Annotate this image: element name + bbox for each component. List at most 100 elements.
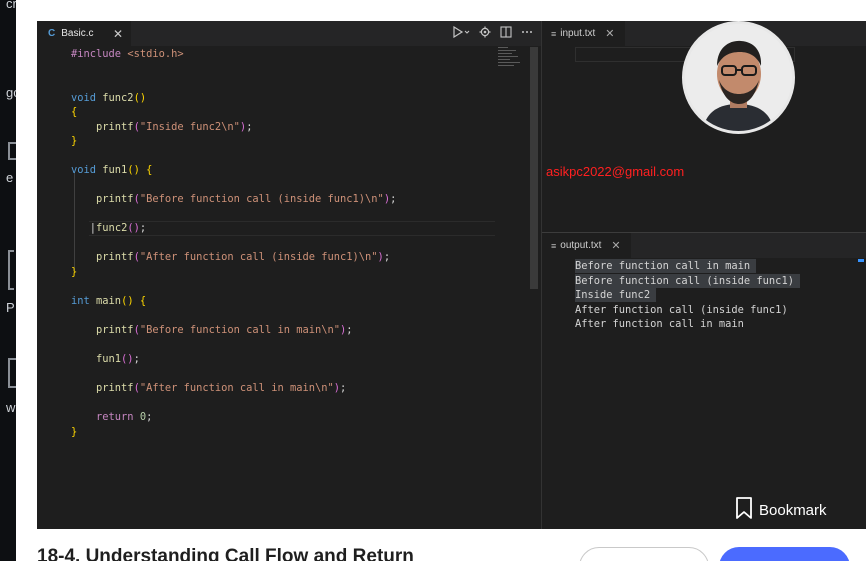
code-token: func2 — [96, 222, 128, 234]
email-overlay: asikpc2022@gmail.com — [546, 164, 685, 179]
code-token: ; — [146, 411, 153, 423]
code-line: } — [71, 134, 77, 148]
text-file-icon: ≡ — [551, 28, 557, 39]
code-line: return 0; — [71, 410, 152, 424]
code-token: { — [139, 295, 147, 307]
code-token: } — [71, 426, 78, 438]
code-token: ; — [340, 382, 347, 394]
bookmark-icon — [735, 496, 753, 524]
instructor-webcam — [682, 21, 795, 134]
code-token: ; — [383, 251, 391, 263]
code-token: ; — [246, 121, 253, 133]
sidebar-icon — [8, 142, 16, 160]
output-line: After function call in main — [575, 318, 744, 330]
code-token: ; — [346, 324, 353, 336]
code-token: printf — [71, 193, 134, 205]
output-line: After function call (inside func1) — [575, 303, 788, 316]
code-token: <stdio.h> — [127, 48, 184, 60]
c-file-icon: C — [48, 28, 56, 39]
code-token: ; — [133, 353, 140, 365]
code-line: void fun1() { — [71, 163, 152, 177]
code-token: () — [127, 222, 140, 234]
code-token: printf — [71, 121, 134, 133]
sidebar-fragment: P — [6, 300, 15, 315]
close-icon[interactable]: ✕ — [113, 27, 123, 41]
tab-output-label: output.txt — [560, 240, 602, 251]
current-line-highlight — [89, 221, 495, 236]
code-token: #include — [71, 48, 128, 60]
left-sidebar-strip: cr gc e P w — [0, 0, 16, 561]
code-token: } — [71, 135, 78, 147]
code-line: } — [71, 265, 77, 279]
code-line: printf("Before function call (inside fun… — [71, 192, 396, 206]
code-token: () — [121, 295, 140, 307]
editor-tabbar: C Basic.c ✕ — [37, 21, 541, 46]
code-line: int main() { — [71, 294, 146, 308]
editor-toolbar — [452, 25, 533, 41]
code-line: #include <stdio.h> — [71, 47, 184, 61]
code-line: fun1(); — [71, 352, 140, 366]
sidebar-fragment: e — [6, 170, 14, 185]
text-file-icon: ≡ — [551, 240, 557, 251]
code-token: "Before function call (inside func1)\n" — [139, 193, 384, 205]
bookmark-button[interactable]: Bookmark — [735, 496, 827, 524]
code-token: { — [71, 106, 78, 118]
code-token: "After function call in main\n" — [139, 382, 334, 394]
run-debug-icon[interactable] — [452, 25, 470, 41]
code-token: int — [71, 295, 97, 307]
code-token: printf — [71, 324, 134, 336]
code-token: main — [96, 295, 122, 307]
code-token: fun1 — [102, 164, 128, 176]
code-token: () — [121, 353, 134, 365]
close-icon[interactable]: ✕ — [605, 27, 614, 40]
code-token: { — [146, 164, 153, 176]
output-line: Before function call (inside func1) — [575, 273, 800, 288]
sidebar-icon — [8, 358, 16, 388]
sidebar-icon — [8, 250, 14, 290]
code-token: printf — [71, 251, 134, 263]
code-token: "Inside func2\n" — [139, 121, 240, 133]
editor-scrollbar[interactable] — [530, 47, 538, 289]
code-editor[interactable]: C Basic.c ✕ #include <stdio.h> void func… — [37, 21, 541, 529]
code-token: "Before function call in main\n" — [139, 324, 341, 336]
minimap[interactable] — [498, 47, 522, 71]
code-line: void func2() — [71, 91, 146, 105]
code-token: fun1 — [71, 353, 122, 365]
more-icon[interactable] — [521, 26, 533, 41]
output-line: Inside func2 — [575, 288, 657, 302]
code-token: func2 — [102, 92, 134, 104]
code-token: void — [71, 164, 103, 176]
tab-basic-c[interactable]: C Basic.c ✕ — [37, 21, 131, 46]
split-editor-icon[interactable] — [500, 26, 512, 41]
code-line: { — [71, 105, 77, 119]
code-token: () — [133, 92, 147, 104]
code-token: printf — [71, 382, 134, 394]
primary-button[interactable] — [719, 547, 850, 561]
close-icon[interactable]: ✕ — [611, 239, 620, 252]
sidebar-fragment: cr — [6, 0, 16, 11]
code-token: } — [71, 266, 78, 278]
code-token: void — [71, 92, 103, 104]
page-root: cr gc e P w C Basic.c ✕ — [0, 0, 866, 561]
sidebar-fragment: w — [6, 400, 16, 415]
code-token: ; — [390, 193, 397, 205]
tab-input-txt[interactable]: ≡ input.txt ✕ — [542, 21, 625, 46]
output-tabbar: ≡ output.txt ✕ — [542, 233, 866, 258]
lesson-title: 18-4. Understanding Call Flow and Return — [37, 546, 414, 561]
tab-filename: Basic.c — [61, 28, 94, 39]
code-line: } — [71, 425, 77, 439]
secondary-button[interactable] — [579, 547, 709, 561]
code-line: |func2(); — [71, 221, 146, 235]
code-line: printf("Before function call in main\n")… — [71, 323, 353, 337]
code-token: return — [71, 411, 140, 423]
code-token: "After function call (inside func1)\n" — [139, 251, 378, 263]
scroll-marker — [858, 259, 864, 262]
code-token: () — [127, 164, 147, 176]
code-line: printf("After function call (inside func… — [71, 250, 390, 264]
gear-icon[interactable] — [479, 26, 491, 41]
tab-input-label: input.txt — [560, 28, 596, 39]
tab-output-txt[interactable]: ≡ output.txt ✕ — [542, 233, 631, 258]
output-line: Before function call in main — [575, 259, 757, 273]
sidebar-fragment: gc — [6, 85, 16, 100]
